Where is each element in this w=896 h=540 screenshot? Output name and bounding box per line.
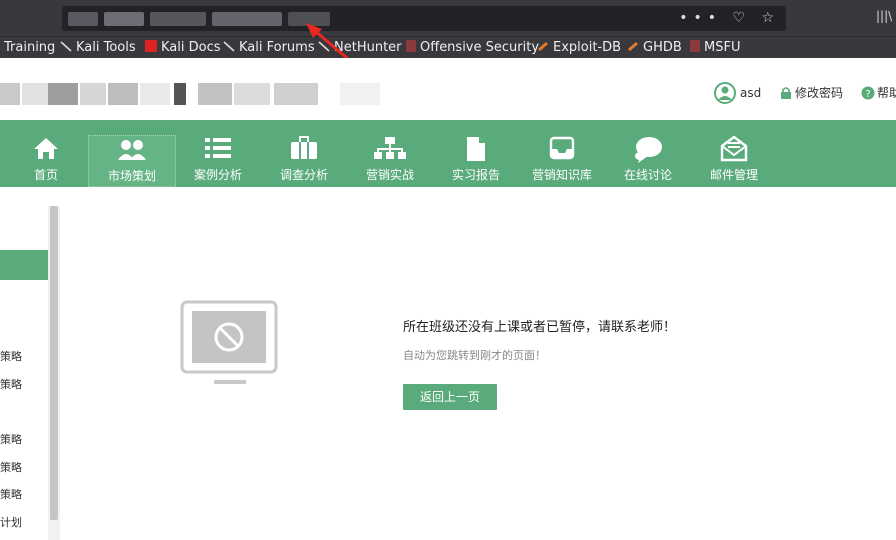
bookmark-training[interactable]: Training (4, 37, 55, 59)
sidebar-item[interactable]: 计划 (0, 514, 22, 530)
message-subtitle: 自动为您跳转到刚才的页面！ (403, 349, 546, 362)
kali-dragon-icon (60, 38, 72, 52)
blurred-url-segment (68, 12, 98, 26)
nav-label: 调查分析 (279, 168, 328, 182)
nav-survey-analysis[interactable]: 调查分析 (264, 120, 344, 187)
bookmark-label: GHDB (643, 40, 682, 55)
nav-marketing-practice[interactable]: 营销实战 (348, 120, 432, 187)
bookmarks-bar: Training Kali Tools Kali Docs Kali Forum… (0, 36, 896, 59)
sidebar-item[interactable]: 策略 (0, 486, 22, 502)
blurred-url-segment (104, 12, 144, 26)
org-chart-icon (374, 136, 406, 164)
bookmark-label: Offensive Security (420, 40, 540, 55)
briefcase-icon (290, 136, 318, 164)
sidebar-item[interactable]: 策略 (0, 459, 22, 475)
sidebar-item[interactable]: 策略 (0, 348, 22, 364)
blurred-url-segment (212, 12, 282, 26)
nav-label: 在线讨论 (623, 168, 672, 182)
main-nav: 首页 市场策划 案例分析 调查分析 营销实战 实习报告 营销知识库 在线讨论 邮… (0, 120, 896, 187)
bookmark-ghdb[interactable]: GHDB (627, 37, 682, 59)
bookmark-kali-docs[interactable]: Kali Docs (145, 37, 221, 59)
help-icon: ? (861, 81, 875, 108)
lock-icon (780, 81, 792, 108)
address-bar[interactable]: ••• ♡ ☆ (62, 6, 786, 31)
library-icon[interactable]: |||\ (876, 9, 892, 23)
bookmark-label: MSFU (704, 40, 741, 55)
nav-case-analysis[interactable]: 案例分析 (178, 120, 258, 187)
chat-icon (633, 136, 663, 168)
bookmark-kali-tools[interactable]: Kali Tools (60, 37, 136, 59)
nav-home[interactable]: 首页 (6, 120, 86, 187)
nav-label: 首页 (33, 168, 58, 182)
nav-label: 案例分析 (193, 168, 242, 182)
browser-toolbar: ••• ♡ ☆ |||\ (0, 0, 896, 36)
site-header (0, 58, 896, 120)
message-title: 所在班级还没有上课或者已暂停，请联系老师！ (403, 320, 677, 335)
mail-icon (720, 135, 748, 166)
nav-mail-management[interactable]: 邮件管理 (692, 120, 776, 187)
bookmark-label: Training (4, 40, 56, 55)
nav-label: 邮件管理 (709, 168, 758, 182)
bookmark-label: Kali Tools (76, 40, 136, 55)
sidebar-active-item[interactable] (0, 250, 48, 280)
nav-knowledge-base[interactable]: 营销知识库 (520, 120, 604, 187)
user-icon (714, 81, 736, 112)
page-actions[interactable]: ••• ♡ ☆ (679, 10, 780, 26)
username-link[interactable]: asd (740, 81, 761, 105)
kali-docs-icon (145, 40, 157, 52)
sidebar-scrollbar[interactable] (50, 206, 58, 520)
inbox-icon (549, 136, 575, 164)
nav-label: 营销知识库 (531, 168, 592, 182)
sidebar-item[interactable]: 策略 (0, 376, 22, 392)
document-icon (465, 136, 487, 166)
sidebar-item[interactable]: 策略 (0, 431, 22, 447)
blurred-url-segment (150, 12, 206, 26)
go-back-button[interactable]: 返回上一页 (403, 384, 497, 410)
offsec-icon (406, 40, 416, 52)
users-icon (117, 138, 147, 166)
bookmark-msfu[interactable]: MSFU (690, 37, 740, 59)
exploitdb-icon (627, 38, 639, 52)
list-icon (204, 136, 232, 164)
nav-online-discussion[interactable]: 在线讨论 (606, 120, 690, 187)
nav-market-planning[interactable]: 市场策划 (88, 135, 176, 187)
nav-label: 市场策划 (107, 169, 156, 183)
monitor-disabled-icon (180, 300, 278, 384)
bookmark-label: Kali Docs (161, 40, 221, 55)
bookmark-label: Exploit-DB (553, 40, 622, 55)
home-icon (33, 136, 59, 164)
nav-internship-report[interactable]: 实习报告 (434, 120, 518, 187)
bookmark-exploit-db[interactable]: Exploit-DB (537, 37, 621, 59)
bookmark-offensive-security[interactable]: Offensive Security (406, 37, 539, 59)
offsec-icon (690, 40, 700, 52)
exploitdb-icon (537, 38, 549, 52)
change-password-link[interactable]: 修改密码 (795, 81, 843, 105)
help-link[interactable]: 帮助 (877, 81, 896, 105)
nav-label: 营销实战 (365, 168, 414, 182)
svg-text:?: ? (865, 89, 870, 100)
kali-dragon-icon (223, 38, 235, 52)
nav-label: 实习报告 (451, 168, 500, 182)
